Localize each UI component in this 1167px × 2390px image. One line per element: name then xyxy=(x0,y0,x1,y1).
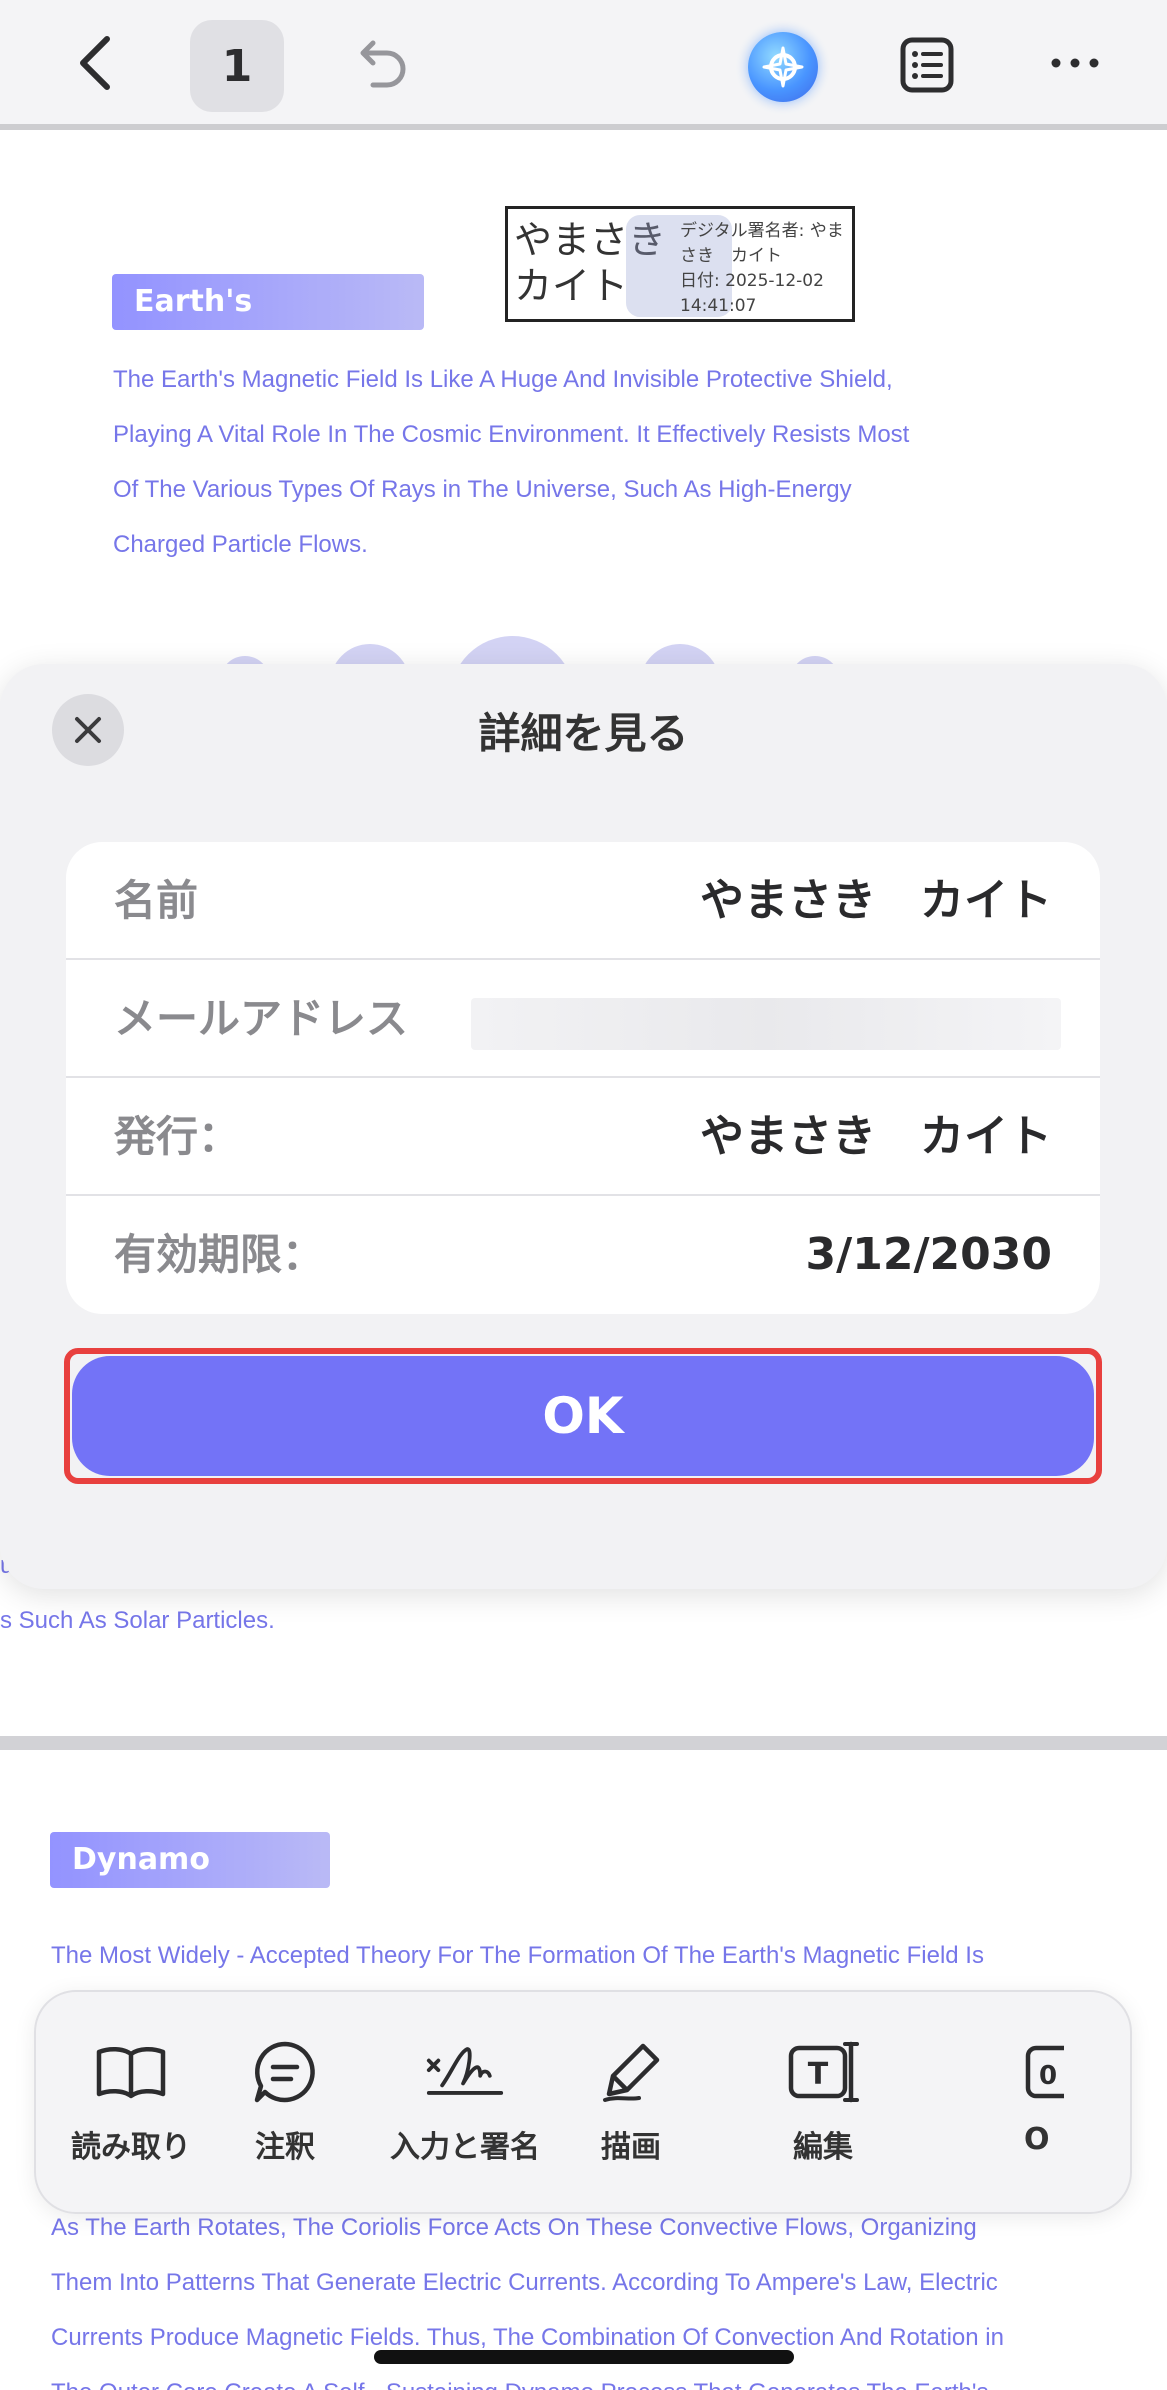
list-icon xyxy=(900,37,954,93)
ok-button[interactable]: OK xyxy=(72,1356,1094,1476)
dialog-title: 詳細を見る xyxy=(478,709,689,758)
more-dots-icon xyxy=(1051,58,1099,68)
info-value: 3/12/2030 xyxy=(805,1229,1052,1280)
tool-label: O xyxy=(1024,2122,1050,2157)
signature-details: デジタル署名者: やまさき カイト 日付: 2025-12-02 14:41:0… xyxy=(680,221,844,316)
page-divider xyxy=(0,1736,1167,1750)
paragraph-line: The Outer Core Create A Self - Sustainin… xyxy=(51,2365,1161,2390)
bottom-toolbar: 読み取り 注釈 入力と署名 描画 T 編集 0 O xyxy=(34,1990,1132,2214)
info-row-email: メールアドレス xyxy=(66,960,1100,1078)
svg-text:T: T xyxy=(808,2057,829,2092)
pen-icon xyxy=(591,2032,671,2112)
top-toolbar: 1 xyxy=(0,0,1167,130)
comment-icon xyxy=(245,2032,325,2112)
undo-icon xyxy=(360,40,406,88)
svg-text:0: 0 xyxy=(1039,2061,1057,2091)
tool-label: 入力と署名 xyxy=(390,2130,540,2165)
paragraph-line: Them Into Patterns That Generate Electri… xyxy=(51,2269,998,2296)
paragraph-line: The Earth's Magnetic Field Is Like A Hug… xyxy=(113,366,893,393)
ai-orb-icon xyxy=(748,32,818,102)
ai-assistant-button[interactable] xyxy=(742,26,824,108)
undo-button[interactable] xyxy=(345,28,417,100)
section-paragraph: The Most Widely - Accepted Theory For Th… xyxy=(51,1928,1151,1983)
tool-edit[interactable]: T 編集 xyxy=(728,2032,918,2182)
paragraph-line: Playing A Vital Role In The Cosmic Envir… xyxy=(113,421,910,448)
home-indicator xyxy=(374,2350,794,2364)
signature-info-card: 名前 やまさき カイト メールアドレス 発行： やまさき カイト 有効期限： 3… xyxy=(66,842,1100,1314)
info-row-issuer: 発行： やまさき カイト xyxy=(66,1078,1100,1196)
book-icon xyxy=(91,2032,171,2112)
info-row-name: 名前 やまさき カイト xyxy=(66,842,1100,960)
page-number: 1 xyxy=(221,40,253,92)
page-number-button[interactable]: 1 xyxy=(190,20,284,112)
section-paragraph: The Earth's Magnetic Field Is Like A Hug… xyxy=(113,352,1033,572)
section-heading: Dynamo Theory xyxy=(50,1832,330,1933)
tool-label: 描画 xyxy=(601,2130,661,2165)
more-button[interactable] xyxy=(1040,28,1110,98)
info-label: メールアドレス xyxy=(114,994,409,1043)
section-heading: Earth's Magnetic xyxy=(112,274,424,375)
info-label: 発行： xyxy=(114,1112,241,1161)
info-label: 有効期限： xyxy=(114,1230,325,1279)
email-value-redacted xyxy=(471,998,1061,1050)
tool-label: 読み取り xyxy=(71,2130,191,2165)
paragraph-line: The Most Widely - Accepted Theory For Th… xyxy=(51,1942,984,1969)
tool-draw[interactable]: 描画 xyxy=(536,2032,726,2182)
signature-icon xyxy=(425,2032,505,2112)
tool-annotate[interactable]: 注釈 xyxy=(190,2032,380,2182)
info-row-expiry: 有効期限： 3/12/2030 xyxy=(66,1196,1100,1314)
paragraph-line: Charged Particle Flows. xyxy=(113,531,368,558)
info-label: 名前 xyxy=(114,876,199,925)
back-button[interactable] xyxy=(60,28,130,98)
ok-button-label: OK xyxy=(542,1387,624,1445)
tool-ocr[interactable]: 0 O xyxy=(1024,2032,1130,2182)
outline-button[interactable] xyxy=(890,28,964,102)
paragraph-fragment: s Such As Solar Particles. xyxy=(0,1607,275,1634)
tool-label: 編集 xyxy=(793,2130,853,2165)
ocr-icon: 0 xyxy=(1024,2032,1104,2112)
paragraph-line: Of The Various Types Of Rays in The Univ… xyxy=(113,476,852,503)
info-value: やまさき カイト xyxy=(700,1111,1052,1162)
tool-label: 注釈 xyxy=(255,2130,315,2165)
signature-field[interactable]: やまさき カイト デジタル署名者: やまさき カイト 日付: 2025-12-0… xyxy=(505,206,855,322)
chevron-left-icon xyxy=(80,36,110,90)
edit-text-icon: T xyxy=(783,2032,863,2112)
info-value: やまさき カイト xyxy=(700,875,1052,926)
